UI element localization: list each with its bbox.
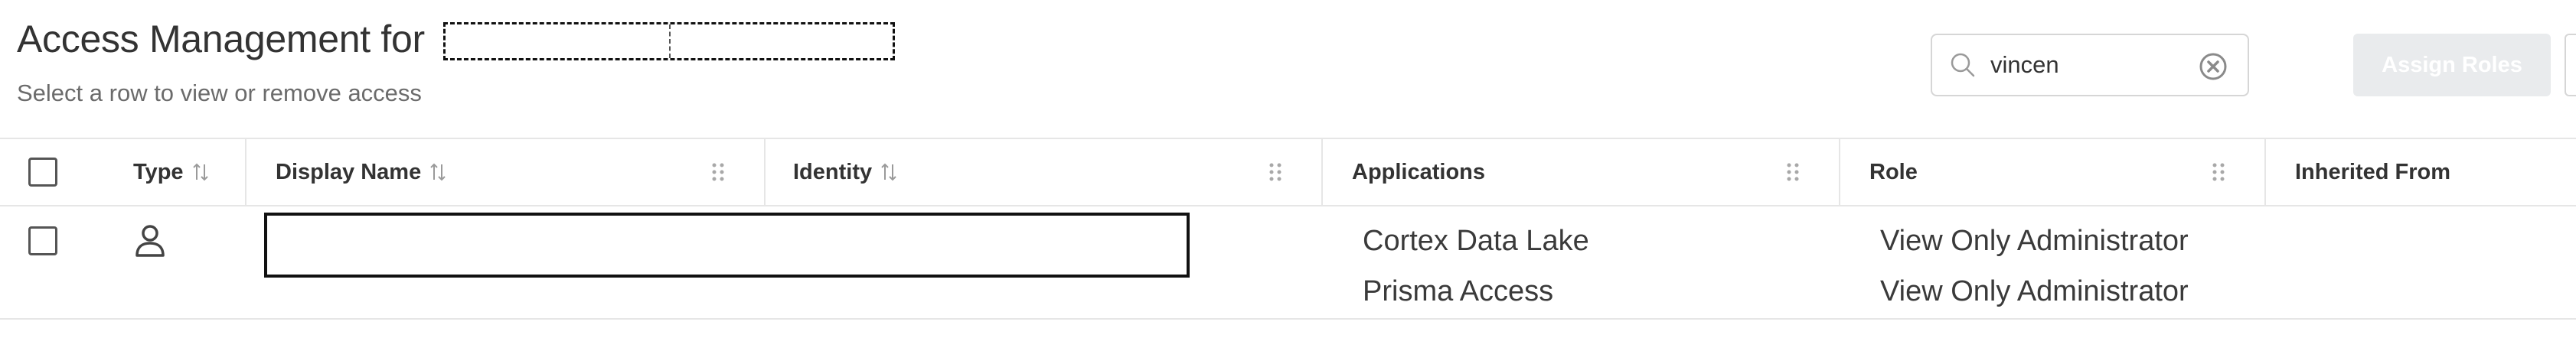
page-title: Access Management for — [17, 18, 425, 60]
select-all-cell — [28, 139, 57, 205]
page-header: Access Management for — [17, 17, 895, 61]
more-actions-button[interactable] — [2565, 34, 2576, 96]
user-icon — [135, 225, 165, 257]
search-icon — [1951, 53, 1975, 77]
select-all-checkbox[interactable] — [28, 158, 57, 187]
column-header-inherited-from-label: Inherited From — [2295, 159, 2451, 184]
application-cell: Cortex Data Lake — [1363, 225, 1589, 257]
search-input[interactable] — [1989, 50, 2206, 80]
application-cell: Prisma Access — [1363, 275, 1554, 307]
column-header-identity-label: Identity — [793, 159, 873, 184]
table-header: Type Display Name Identity Applications … — [0, 138, 2576, 206]
column-drag-handle-icon[interactable] — [2211, 162, 2226, 182]
page-subtitle: Select a row to view or remove access — [17, 80, 422, 106]
redacted-display-name-identity — [264, 213, 1190, 278]
assign-roles-button[interactable]: Assign Roles — [2353, 34, 2551, 96]
column-drag-handle-icon[interactable] — [710, 162, 726, 182]
row-checkbox[interactable] — [28, 226, 57, 255]
table-row[interactable]: Cortex Data Lake Prisma Access View Only… — [0, 206, 2576, 320]
column-header-type-label: Type — [133, 159, 184, 184]
column-header-role[interactable]: Role — [1869, 139, 1918, 205]
access-table: Type Display Name Identity Applications … — [0, 138, 2576, 320]
sort-icon[interactable] — [880, 161, 898, 183]
role-cell: View Only Administrator — [1880, 275, 2189, 307]
role-cell: View Only Administrator — [1880, 225, 2189, 257]
column-header-applications[interactable]: Applications — [1352, 139, 1485, 205]
sort-icon[interactable] — [429, 161, 447, 183]
column-header-identity[interactable]: Identity — [793, 139, 898, 205]
column-drag-handle-icon[interactable] — [1268, 162, 1283, 182]
row-select-cell — [28, 226, 57, 255]
column-header-type[interactable]: Type — [133, 139, 210, 205]
redacted-tenant-name — [442, 22, 895, 60]
access-management-page: Access Management for Select a row to vi… — [0, 0, 2576, 338]
column-header-display-name-label: Display Name — [276, 159, 422, 184]
search-box[interactable] — [1931, 34, 2249, 96]
column-header-applications-label: Applications — [1352, 159, 1486, 184]
column-drag-handle-icon[interactable] — [1785, 162, 1801, 182]
column-header-role-label: Role — [1869, 159, 1918, 184]
column-header-display-name[interactable]: Display Name — [276, 139, 447, 205]
column-header-inherited-from[interactable]: Inherited From — [2295, 139, 2450, 205]
sort-icon[interactable] — [191, 161, 210, 183]
clear-search-icon[interactable] — [2199, 52, 2228, 81]
